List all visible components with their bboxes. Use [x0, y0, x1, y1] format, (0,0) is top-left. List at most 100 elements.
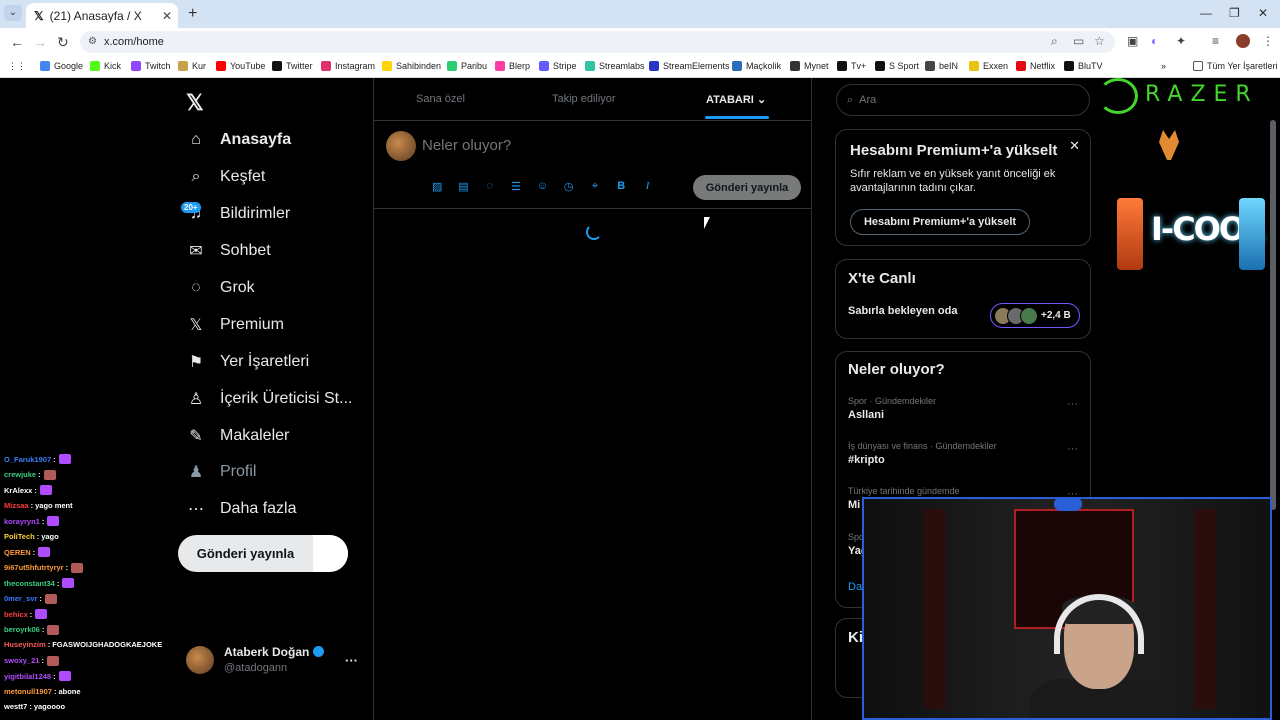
- bookmark-mynet[interactable]: Mynet: [790, 61, 829, 71]
- sidebar-item-premium[interactable]: 𝕏 Premium: [186, 315, 284, 335]
- bookmark-tv-[interactable]: Tv+: [837, 61, 866, 71]
- chat-message: Huseyinzim: FGASWOIJGHADOGKAEJOKE: [4, 640, 162, 649]
- bookmark-twitch[interactable]: Twitch: [131, 61, 171, 71]
- chat-username: QEREN: [4, 547, 31, 557]
- sidebar-item-profil[interactable]: ♟ Profil: [186, 462, 257, 482]
- bookmark-google[interactable]: Google: [40, 61, 83, 71]
- location-icon[interactable]: ⌖: [582, 180, 608, 193]
- sidebar-item-grok[interactable]: ◌ Grok: [186, 278, 254, 298]
- bookmark-blerp[interactable]: Blerp: [495, 61, 530, 71]
- emoji-icon[interactable]: ☺: [529, 180, 555, 193]
- bookmark-bein[interactable]: beIN: [925, 61, 958, 71]
- new-tab-icon[interactable]: +: [188, 5, 197, 23]
- bookmark-sahibinden[interactable]: Sahibinden: [382, 61, 441, 71]
- back-icon[interactable]: ←: [10, 34, 24, 50]
- close-icon[interactable]: ✕: [1069, 138, 1080, 154]
- all-bookmarks[interactable]: Tüm Yer İşaretleri: [1193, 61, 1278, 71]
- favicon-icon: [40, 61, 50, 71]
- address-bar[interactable]: ⚙ x.com/home: [80, 31, 1115, 53]
- puzzle-icon[interactable]: ✦: [1176, 34, 1186, 48]
- chat-message: behicx:: [4, 609, 48, 619]
- more-horizontal-icon[interactable]: ···: [345, 653, 358, 668]
- chat-message: QEREN:: [4, 547, 51, 557]
- grok-icon[interactable]: ◌: [477, 180, 503, 193]
- poll-icon[interactable]: ☰: [503, 180, 529, 193]
- live-listeners[interactable]: +2,4 B: [990, 303, 1080, 328]
- tab-for-you[interactable]: Sana özel: [416, 93, 465, 105]
- live-title: X'te Canlı: [848, 270, 916, 287]
- premium-upgrade-button[interactable]: Hesabını Premium+'a yükselt: [850, 209, 1030, 235]
- sidebar-item-makaleler[interactable]: ✎ Makaleler: [186, 426, 289, 446]
- apps-icon[interactable]: ⋮⋮: [8, 61, 26, 72]
- bookmark-netflix[interactable]: Netflix: [1016, 61, 1055, 71]
- live-room-name[interactable]: Sabırla bekleyen oda: [848, 305, 957, 317]
- image-icon[interactable]: ▨: [424, 180, 450, 193]
- more-bookmarks-icon[interactable]: »: [1161, 61, 1166, 71]
- bookmark-streamlabs[interactable]: Streamlabs: [585, 61, 645, 71]
- sidebar-item-sohbet[interactable]: ✉ Sohbet: [186, 241, 270, 261]
- tab-close-icon[interactable]: ✕: [162, 9, 172, 23]
- page-scrollbar[interactable]: [1270, 120, 1276, 510]
- bookmark-s-sport[interactable]: S Sport: [875, 61, 919, 71]
- avatar[interactable]: [386, 131, 416, 161]
- bookmark-kur[interactable]: Kur: [178, 61, 206, 71]
- favicon-icon: [1016, 61, 1026, 71]
- gif-icon[interactable]: ▤: [450, 180, 476, 193]
- bookmark-streamelements[interactable]: StreamElements: [649, 61, 730, 71]
- browser-tab[interactable]: 𝕏 (21) Anasayfa / X ✕: [26, 3, 178, 28]
- sidebar-item-ke-fet[interactable]: ⌕ Keşfet: [186, 167, 266, 187]
- emote-icon: [43, 469, 56, 480]
- reload-icon[interactable]: ↻: [57, 34, 69, 51]
- bookmark-instagram[interactable]: Instagram: [321, 61, 375, 71]
- bookmark-stripe[interactable]: Stripe: [539, 61, 577, 71]
- composer-post-button[interactable]: Gönderi yayınla: [693, 175, 801, 200]
- account-switcher[interactable]: Ataberk Doğan @atadogann: [186, 645, 325, 674]
- favicon-icon: [495, 61, 505, 71]
- zoom-icon[interactable]: ⌕: [1051, 34, 1058, 49]
- post-button[interactable]: Gönderi yayınla: [178, 535, 348, 572]
- cast-icon[interactable]: ▭: [1073, 34, 1084, 48]
- extension-icon[interactable]: ▣: [1127, 34, 1138, 48]
- chat-username: Huseyinzim: [4, 640, 46, 649]
- stream-chat: O_Faruk1907: crewjuke: KrAlexx: Mizsaa: yago…: [0, 452, 175, 720]
- search-input[interactable]: ⌕ Ara: [836, 84, 1090, 116]
- sidebar-item-yer-i-aretleri[interactable]: ⚑ Yer İşaretleri: [186, 352, 309, 372]
- more-horizontal-icon[interactable]: ···: [1067, 443, 1078, 455]
- bookmark-youtube[interactable]: YouTube: [216, 61, 265, 71]
- profile-avatar[interactable]: [1236, 34, 1250, 48]
- sidebar-item-daha-fazla[interactable]: ⋯ Daha fazla: [186, 499, 297, 519]
- close-window-icon[interactable]: ✕: [1258, 6, 1268, 20]
- forward-icon[interactable]: →: [33, 34, 47, 50]
- schedule-icon[interactable]: ◷: [555, 180, 581, 193]
- bookmark-ma-kolik[interactable]: Maçkolik: [732, 61, 781, 71]
- sidebar-item-i-erik-reticisi-st[interactable]: ♙ İçerik Üreticisi St...: [186, 389, 353, 409]
- bookmark-paribu[interactable]: Paribu: [447, 61, 487, 71]
- bookmark-blutv[interactable]: BluTV: [1064, 61, 1103, 71]
- site-info-icon[interactable]: ⚙: [88, 31, 97, 53]
- sidebar-item-bildirimler[interactable]: ♫ Bildirimler: [186, 204, 290, 224]
- ai-extension-icon[interactable]: ◐: [1151, 34, 1158, 48]
- loading-spinner-icon: [586, 224, 602, 240]
- star-icon[interactable]: ☆: [1094, 34, 1105, 48]
- sidebar-item-anasayfa[interactable]: ⌂ Anasayfa: [186, 130, 291, 150]
- minimize-icon[interactable]: —: [1200, 6, 1212, 20]
- tab-search-button[interactable]: ⌄: [4, 5, 22, 21]
- restore-icon[interactable]: ❐: [1229, 6, 1240, 20]
- tab-following[interactable]: Takip ediliyor: [552, 93, 616, 105]
- chat-separator: :: [32, 547, 36, 557]
- bold-icon[interactable]: B: [608, 180, 634, 193]
- composer-input[interactable]: Neler oluyor?: [422, 137, 511, 154]
- trend-item[interactable]: İş dünyası ve finans · Gündemdekiler #kri…: [848, 441, 997, 466]
- bookmark-kick[interactable]: Kick: [90, 61, 121, 71]
- razer-snake-icon: [1098, 78, 1138, 114]
- more-horizontal-icon[interactable]: ···: [1067, 398, 1078, 410]
- italic-icon[interactable]: I: [634, 180, 660, 193]
- media-icon[interactable]: ≡: [1212, 34, 1219, 48]
- emote-icon: [35, 609, 48, 619]
- bookmark-exxen[interactable]: Exxen: [969, 61, 1008, 71]
- x-logo-icon[interactable]: 𝕏: [186, 90, 204, 116]
- menu-icon[interactable]: ⋮: [1262, 34, 1274, 48]
- tab-list[interactable]: ATABARI ⌄: [706, 93, 766, 106]
- trend-item[interactable]: Spor · Gündemdekiler Asllani: [848, 396, 936, 421]
- bookmark-twitter[interactable]: Twitter: [272, 61, 313, 71]
